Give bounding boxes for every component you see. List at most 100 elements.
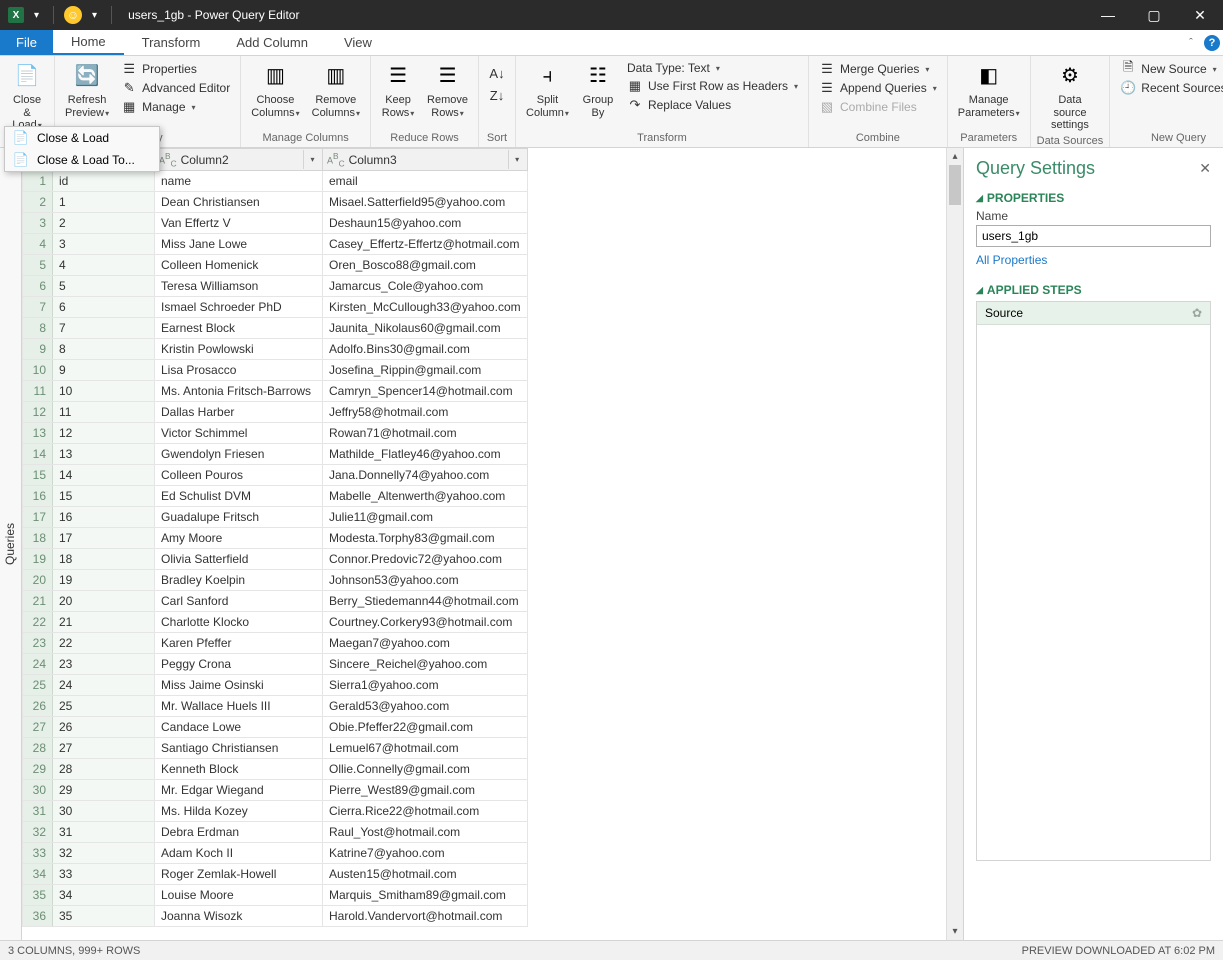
cell-column2[interactable]: Carl Sanford: [155, 591, 323, 612]
cell-column2[interactable]: Santiago Christiansen: [155, 738, 323, 759]
cell-column3[interactable]: Harold.Vandervort@hotmail.com: [323, 906, 528, 927]
cell-column1[interactable]: id: [53, 171, 155, 192]
merge-queries-button[interactable]: ☰Merge Queries▾: [815, 60, 941, 78]
row-number-cell[interactable]: 21: [23, 591, 53, 612]
cell-column3[interactable]: Julie11@gmail.com: [323, 507, 528, 528]
column-filter-dropdown[interactable]: ▾: [508, 150, 526, 169]
data-type-button[interactable]: Data Type: Text▾: [623, 60, 802, 76]
cell-column2[interactable]: Ms. Antonia Fritsch-Barrows: [155, 381, 323, 402]
row-number-cell[interactable]: 34: [23, 864, 53, 885]
cell-column1[interactable]: 20: [53, 591, 155, 612]
cell-column1[interactable]: 27: [53, 738, 155, 759]
cell-column2[interactable]: Miss Jaime Osinski: [155, 675, 323, 696]
cell-column1[interactable]: 21: [53, 612, 155, 633]
row-number-cell[interactable]: 22: [23, 612, 53, 633]
close-load-to-menu-item[interactable]: 📄Close & Load To...: [5, 149, 159, 171]
cell-column3[interactable]: Sierra1@yahoo.com: [323, 675, 528, 696]
cell-column1[interactable]: 29: [53, 780, 155, 801]
cell-column3[interactable]: Jeffry58@hotmail.com: [323, 402, 528, 423]
table-row[interactable]: 1615Ed Schulist DVMMabelle_Altenwerth@ya…: [23, 486, 528, 507]
cell-column2[interactable]: Dallas Harber: [155, 402, 323, 423]
cell-column2[interactable]: Gwendolyn Friesen: [155, 444, 323, 465]
table-row[interactable]: 98Kristin PowlowskiAdolfo.Bins30@gmail.c…: [23, 339, 528, 360]
cell-column2[interactable]: Bradley Koelpin: [155, 570, 323, 591]
cell-column3[interactable]: Oren_Bosco88@gmail.com: [323, 255, 528, 276]
close-load-menu-item[interactable]: 📄Close & Load: [5, 127, 159, 149]
group-by-button[interactable]: ☷Group By: [577, 58, 619, 121]
table-row[interactable]: 3130Ms. Hilda KozeyCierra.Rice22@hotmail…: [23, 801, 528, 822]
sort-desc-button[interactable]: Z↓: [485, 86, 509, 104]
cell-column1[interactable]: 1: [53, 192, 155, 213]
cell-column1[interactable]: 26: [53, 717, 155, 738]
row-number-cell[interactable]: 18: [23, 528, 53, 549]
cell-column3[interactable]: Maegan7@yahoo.com: [323, 633, 528, 654]
row-number-cell[interactable]: 33: [23, 843, 53, 864]
qat-dropdown-1[interactable]: ▾: [30, 10, 43, 21]
cell-column3[interactable]: Jaunita_Nikolaus60@gmail.com: [323, 318, 528, 339]
cell-column1[interactable]: 8: [53, 339, 155, 360]
table-row[interactable]: 2524Miss Jaime OsinskiSierra1@yahoo.com: [23, 675, 528, 696]
cell-column3[interactable]: Jamarcus_Cole@yahoo.com: [323, 276, 528, 297]
cell-column3[interactable]: Gerald53@yahoo.com: [323, 696, 528, 717]
cell-column3[interactable]: Raul_Yost@hotmail.com: [323, 822, 528, 843]
scroll-down-icon[interactable]: ▾: [947, 923, 963, 940]
cell-column1[interactable]: 18: [53, 549, 155, 570]
cell-column1[interactable]: 23: [53, 654, 155, 675]
new-source-button[interactable]: 🗎New Source▾: [1116, 60, 1223, 78]
row-number-cell[interactable]: 7: [23, 297, 53, 318]
cell-column2[interactable]: Amy Moore: [155, 528, 323, 549]
tab-view[interactable]: View: [326, 30, 390, 55]
window-close-button[interactable]: ✕: [1177, 0, 1223, 30]
cell-column2[interactable]: Louise Moore: [155, 885, 323, 906]
cell-column2[interactable]: Candace Lowe: [155, 717, 323, 738]
row-number-cell[interactable]: 15: [23, 465, 53, 486]
choose-columns-button[interactable]: ▥Choose Columns▾: [247, 58, 303, 121]
cell-column3[interactable]: Deshaun15@yahoo.com: [323, 213, 528, 234]
table-row[interactable]: 2827Santiago ChristiansenLemuel67@hotmai…: [23, 738, 528, 759]
cell-column1[interactable]: 11: [53, 402, 155, 423]
cell-column1[interactable]: 33: [53, 864, 155, 885]
recent-sources-button[interactable]: 🕘Recent Sources▾: [1116, 79, 1223, 97]
applied-steps-section-header[interactable]: ◢APPLIED STEPS: [976, 283, 1211, 297]
row-number-cell[interactable]: 25: [23, 675, 53, 696]
row-number-cell[interactable]: 5: [23, 255, 53, 276]
cell-column2[interactable]: Miss Jane Lowe: [155, 234, 323, 255]
cell-column3[interactable]: Connor.Predovic72@yahoo.com: [323, 549, 528, 570]
cell-column3[interactable]: Johnson53@yahoo.com: [323, 570, 528, 591]
cell-column3[interactable]: Camryn_Spencer14@hotmail.com: [323, 381, 528, 402]
row-number-cell[interactable]: 12: [23, 402, 53, 423]
gear-icon[interactable]: ✿: [1192, 306, 1202, 320]
scroll-up-icon[interactable]: ▴: [947, 148, 963, 165]
cell-column1[interactable]: 32: [53, 843, 155, 864]
cell-column1[interactable]: 3: [53, 234, 155, 255]
table-row[interactable]: 1413Gwendolyn FriesenMathilde_Flatley46@…: [23, 444, 528, 465]
column-header-3[interactable]: ABCColumn3▾: [323, 149, 528, 171]
row-number-cell[interactable]: 1: [23, 171, 53, 192]
cell-column2[interactable]: name: [155, 171, 323, 192]
table-row[interactable]: 2423Peggy CronaSincere_Reichel@yahoo.com: [23, 654, 528, 675]
cell-column2[interactable]: Adam Koch II: [155, 843, 323, 864]
table-row[interactable]: 32Van Effertz VDeshaun15@yahoo.com: [23, 213, 528, 234]
row-number-cell[interactable]: 20: [23, 570, 53, 591]
maximize-button[interactable]: ▢: [1131, 0, 1177, 30]
cell-column1[interactable]: 7: [53, 318, 155, 339]
applied-step-source[interactable]: Source ✿: [977, 302, 1210, 325]
row-number-cell[interactable]: 3: [23, 213, 53, 234]
advanced-editor-button[interactable]: ✎Advanced Editor: [117, 79, 234, 97]
manage-parameters-button[interactable]: ◧Manage Parameters▾: [954, 58, 1024, 121]
cell-column2[interactable]: Colleen Homenick: [155, 255, 323, 276]
table-row[interactable]: 1716Guadalupe FritschJulie11@gmail.com: [23, 507, 528, 528]
row-number-cell[interactable]: 4: [23, 234, 53, 255]
close-and-load-button[interactable]: 📄 Close & Load▾: [6, 58, 48, 134]
close-pane-icon[interactable]: ✕: [1199, 160, 1211, 177]
cell-column1[interactable]: 16: [53, 507, 155, 528]
table-row[interactable]: 3029Mr. Edgar WiegandPierre_West89@gmail…: [23, 780, 528, 801]
row-number-cell[interactable]: 6: [23, 276, 53, 297]
cell-column3[interactable]: Adolfo.Bins30@gmail.com: [323, 339, 528, 360]
cell-column2[interactable]: Charlotte Klocko: [155, 612, 323, 633]
cell-column2[interactable]: Earnest Block: [155, 318, 323, 339]
cell-column2[interactable]: Guadalupe Fritsch: [155, 507, 323, 528]
cell-column3[interactable]: Austen15@hotmail.com: [323, 864, 528, 885]
row-number-cell[interactable]: 13: [23, 423, 53, 444]
row-number-cell[interactable]: 19: [23, 549, 53, 570]
